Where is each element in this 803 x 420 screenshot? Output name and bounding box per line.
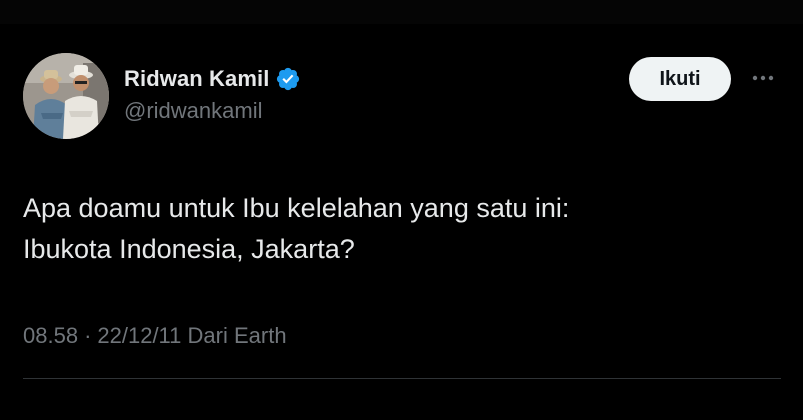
meta-separator: · <box>84 323 92 348</box>
follow-button[interactable]: Ikuti <box>629 57 731 101</box>
tweet-date[interactable]: 22/12/11 <box>97 323 181 348</box>
more-horizontal-icon <box>752 75 774 81</box>
top-edge-strip <box>0 0 803 24</box>
tweet-text-line: Apa doamu untuk Ibu kelelahan yang satu … <box>23 193 570 223</box>
tweet-text-line: Ibukota Indonesia, Jakarta? <box>23 234 355 264</box>
avatar-photo <box>23 53 109 139</box>
author-name-row: Ridwan Kamil <box>124 66 301 92</box>
verified-badge-icon <box>275 66 301 92</box>
divider <box>23 378 781 379</box>
tweet-text: Apa doamu untuk Ibu kelelahan yang satu … <box>23 188 783 270</box>
tweet-source: Dari Earth <box>187 323 287 348</box>
more-options-button[interactable] <box>746 64 780 92</box>
tweet-meta: 08.58 · 22/12/11 Dari Earth <box>23 323 287 349</box>
author-display-name[interactable]: Ridwan Kamil <box>124 66 269 92</box>
tweet-card: Ridwan Kamil @ridwankamil Ikuti Apa doam… <box>0 24 803 420</box>
avatar[interactable] <box>23 53 109 139</box>
author-identity: Ridwan Kamil @ridwankamil <box>124 66 301 124</box>
tweet-time[interactable]: 08.58 <box>23 323 78 348</box>
author-handle[interactable]: @ridwankamil <box>124 98 301 124</box>
